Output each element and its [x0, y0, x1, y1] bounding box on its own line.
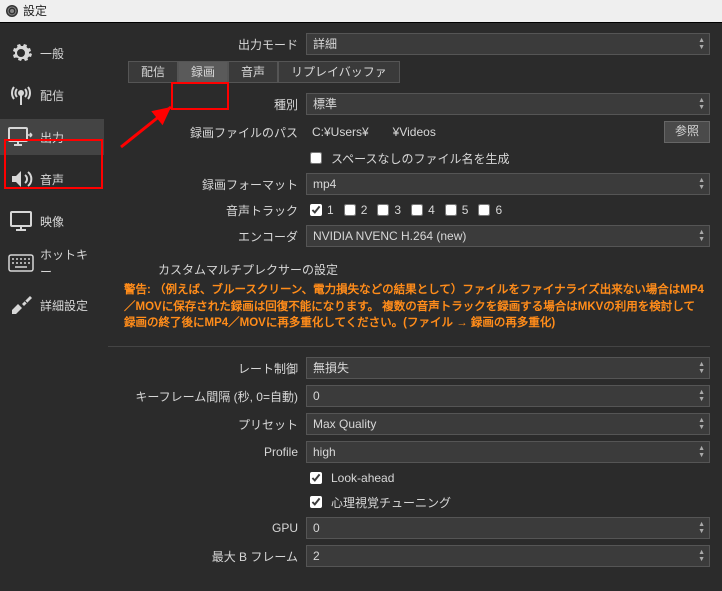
audio-tracks-label: 音声トラック	[108, 202, 306, 219]
separator	[108, 346, 710, 347]
track-1-checkbox[interactable]	[310, 204, 322, 216]
antenna-icon	[8, 82, 34, 108]
chevron-updown-icon: ▲▼	[698, 518, 705, 538]
track-3-checkbox[interactable]	[377, 204, 389, 216]
gpu-label: GPU	[108, 521, 306, 535]
rate-control-label: レート制御	[108, 360, 306, 377]
keyint-label: キーフレーム間隔 (秒, 0=自動)	[108, 388, 306, 405]
chevron-updown-icon: ▲▼	[698, 546, 705, 566]
warning-text: 警告: （例えば、ブルースクリーン、電力損失などの結果として）ファイルをファイナ…	[124, 282, 704, 332]
sidebar-item-label: 詳細設定	[40, 297, 88, 314]
recording-path-label: 録画ファイルのパス	[108, 124, 306, 141]
chevron-updown-icon: ▲▼	[698, 34, 705, 54]
track-2-checkbox[interactable]	[344, 204, 356, 216]
sidebar-item-hotkeys[interactable]: ホットキー	[0, 245, 104, 281]
psycho-label: 心理視覚チューニング	[331, 494, 451, 511]
bframes-label: 最大 B フレーム	[108, 548, 306, 565]
tab-replay[interactable]: リプレイバッファ	[278, 61, 400, 83]
chevron-updown-icon: ▲▼	[698, 386, 705, 406]
recording-type-label: 種別	[108, 96, 306, 113]
sidebar-item-video[interactable]: 映像	[0, 203, 104, 239]
sidebar-item-output[interactable]: 出力	[0, 119, 104, 155]
tools-icon	[8, 292, 34, 318]
sidebar-item-audio[interactable]: 音声	[0, 161, 104, 197]
keyint-spin[interactable]: 0 ▲▼	[306, 385, 710, 407]
lookahead-label: Look-ahead	[331, 471, 394, 485]
chevron-updown-icon: ▲▼	[698, 174, 705, 194]
recording-format-label: 録画フォーマット	[108, 176, 306, 193]
psycho-checkbox[interactable]	[310, 496, 322, 508]
lookahead-checkbox[interactable]	[310, 472, 322, 484]
rate-control-select[interactable]: 無損失 ▲▼	[306, 357, 710, 379]
recording-type-select[interactable]: 標準 ▲▼	[306, 93, 710, 115]
no-space-label: スペースなしのファイル名を生成	[331, 150, 510, 167]
sidebar-item-advanced[interactable]: 詳細設定	[0, 287, 104, 323]
track-6-checkbox[interactable]	[478, 204, 490, 216]
titlebar: 設定	[0, 0, 722, 23]
browse-button[interactable]: 参照	[664, 121, 710, 143]
bframes-spin[interactable]: 2 ▲▼	[306, 545, 710, 567]
recording-path-input[interactable]: C:¥Users¥ ¥Videos	[306, 122, 658, 142]
chevron-updown-icon: ▲▼	[698, 442, 705, 462]
main-panel: 出力モード 詳細 ▲▼ 配信 録画 音声 リプレイバッファ 種別 標準 ▲▼	[104, 23, 722, 591]
sidebar: 一般 配信 出力 音声 映像	[0, 23, 104, 591]
sidebar-item-general[interactable]: 一般	[0, 35, 104, 71]
sidebar-item-label: ホットキー	[40, 246, 96, 280]
monitor-icon	[8, 208, 34, 234]
output-mode-label: 出力モード	[108, 36, 306, 53]
sidebar-item-stream[interactable]: 配信	[0, 77, 104, 113]
mux-label: カスタムマルチプレクサーの設定	[158, 261, 710, 278]
chevron-updown-icon: ▲▼	[698, 414, 705, 434]
profile-select[interactable]: high ▲▼	[306, 441, 710, 463]
preset-label: プリセット	[108, 416, 306, 433]
tab-audio[interactable]: 音声	[228, 61, 278, 83]
preset-select[interactable]: Max Quality ▲▼	[306, 413, 710, 435]
gear-icon	[8, 40, 34, 66]
tab-stream[interactable]: 配信	[128, 61, 178, 83]
sidebar-item-label: 一般	[40, 45, 64, 62]
track-5-checkbox[interactable]	[445, 204, 457, 216]
sidebar-item-label: 配信	[40, 87, 64, 104]
output-mode-select[interactable]: 詳細 ▲▼	[306, 33, 710, 55]
chevron-updown-icon: ▲▼	[698, 94, 705, 114]
tabs: 配信 録画 音声 リプレイバッファ	[128, 61, 710, 83]
gpu-spin[interactable]: 0 ▲▼	[306, 517, 710, 539]
track-4-checkbox[interactable]	[411, 204, 423, 216]
app-icon	[5, 4, 19, 18]
tab-recording[interactable]: 録画	[178, 61, 228, 83]
sidebar-item-label: 音声	[40, 171, 64, 188]
monitor-out-icon	[8, 124, 34, 150]
speaker-icon	[8, 166, 34, 192]
chevron-updown-icon: ▲▼	[698, 226, 705, 246]
audio-tracks: 1 2 3 4 5 6	[306, 201, 710, 219]
profile-label: Profile	[108, 445, 306, 459]
no-space-checkbox[interactable]	[310, 152, 322, 164]
sidebar-item-label: 映像	[40, 213, 64, 230]
encoder-label: エンコーダ	[108, 228, 306, 245]
chevron-updown-icon: ▲▼	[698, 358, 705, 378]
sidebar-item-label: 出力	[40, 129, 64, 146]
keyboard-icon	[8, 250, 34, 276]
window-title: 設定	[23, 0, 47, 22]
recording-format-select[interactable]: mp4 ▲▼	[306, 173, 710, 195]
encoder-select[interactable]: NVIDIA NVENC H.264 (new) ▲▼	[306, 225, 710, 247]
